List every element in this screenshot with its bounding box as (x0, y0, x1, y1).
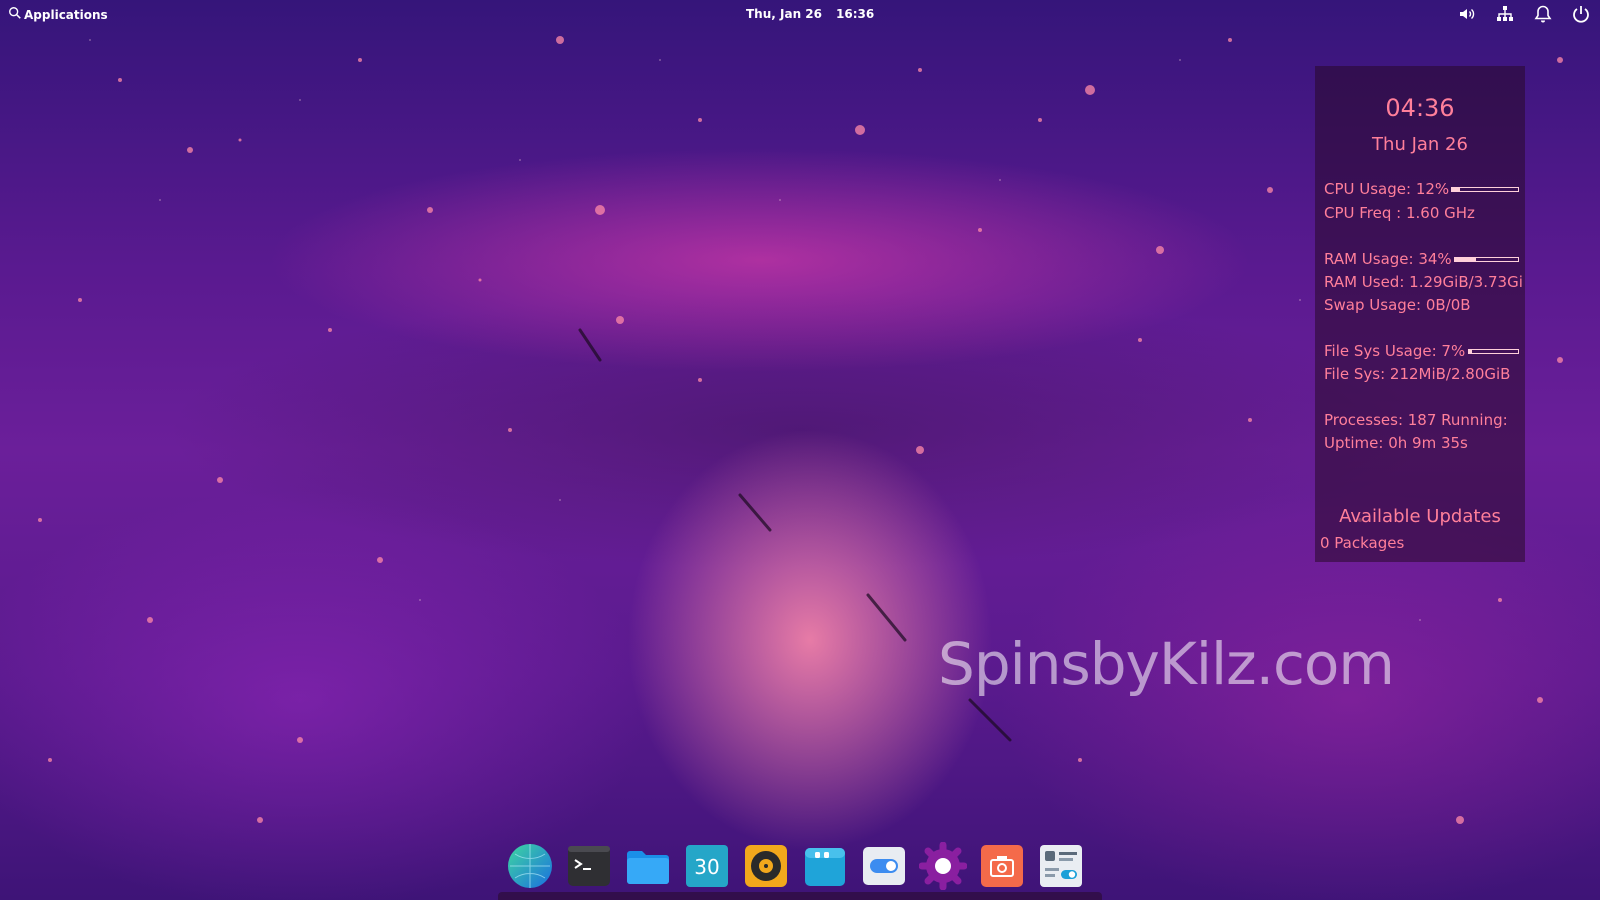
toggle-settings-icon[interactable] (860, 842, 908, 890)
music-icon[interactable] (742, 842, 790, 890)
panel-date: Thu, Jan 26 (746, 7, 822, 21)
panel-time: 16:36 (836, 7, 875, 21)
tweaks-icon[interactable] (1037, 842, 1085, 890)
cpu-usage-bar (1451, 187, 1519, 192)
cpu-usage-text: CPU Usage: 12% (1324, 180, 1450, 198)
fs-usage-bar (1468, 349, 1519, 354)
dock-background (498, 892, 1102, 900)
calendar-icon[interactable]: 30 (683, 842, 731, 890)
updates-title: Available Updates (1339, 506, 1501, 527)
dock: 30 (498, 840, 1102, 900)
cpu-freq-text: CPU Freq : 1.60 GHz (1324, 204, 1475, 222)
bell-icon[interactable] (1532, 3, 1554, 25)
conky-time: 04:36 (1385, 94, 1455, 122)
files-icon[interactable] (624, 842, 672, 890)
conky-date: Thu Jan 26 (1372, 134, 1468, 155)
panel-clock[interactable]: Thu, Jan 26 16:36 (746, 7, 874, 21)
ram-usage-bar (1454, 257, 1519, 262)
camera-icon[interactable] (978, 842, 1026, 890)
conky-system-monitor: 04:36 Thu Jan 26 CPU Usage: 12% CPU Freq… (1315, 66, 1525, 562)
uptime-text: Uptime: 0h 9m 35s (1324, 434, 1468, 452)
app-center-icon[interactable] (801, 842, 849, 890)
calendar-day-label: 30 (694, 855, 719, 879)
applications-menu-button[interactable]: Applications (8, 6, 108, 23)
web-browser-icon[interactable] (506, 842, 554, 890)
settings-gear-icon[interactable] (918, 841, 968, 891)
applications-label: Applications (24, 7, 108, 22)
top-panel: Applications Thu, Jan 26 16:36 (0, 0, 1600, 28)
watermark-text: SpinsbyKilz.com (938, 630, 1395, 698)
swap-usage-text: Swap Usage: 0B/0B (1324, 296, 1471, 314)
processes-text: Processes: 187 Running: (1324, 411, 1508, 429)
speaker-icon[interactable] (1456, 3, 1478, 25)
ram-used-text: RAM Used: 1.29GiB/3.73Gi (1324, 273, 1523, 291)
updates-count: 0 Packages (1320, 534, 1405, 552)
fs-usage-text: File Sys Usage: 7% (1324, 342, 1466, 360)
ram-usage-text: RAM Usage: 34% (1324, 250, 1452, 268)
network-icon[interactable] (1494, 3, 1516, 25)
power-icon[interactable] (1570, 3, 1592, 25)
terminal-icon[interactable] (565, 842, 613, 890)
search-icon (8, 6, 22, 23)
fs-text: File Sys: 212MiB/2.80GiB (1324, 365, 1511, 383)
system-indicators (1456, 3, 1592, 25)
